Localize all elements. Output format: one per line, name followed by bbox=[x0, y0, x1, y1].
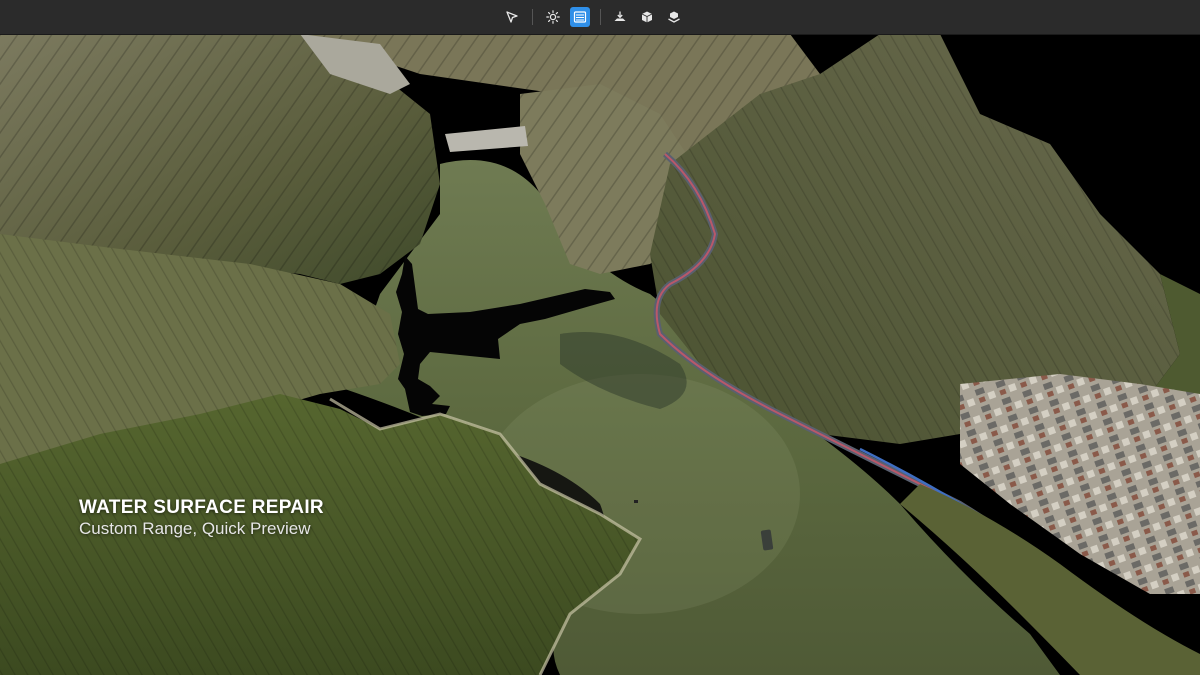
sun-icon bbox=[546, 10, 560, 24]
cursor-arrow-icon bbox=[506, 11, 518, 23]
terrain-scene bbox=[0, 34, 1200, 675]
caption-title: WATER SURFACE REPAIR bbox=[79, 497, 324, 518]
caption-subtitle: Custom Range, Quick Preview bbox=[79, 519, 311, 538]
water-surface-tool-button[interactable] bbox=[570, 7, 590, 27]
select-tool-button[interactable] bbox=[502, 7, 522, 27]
lighting-tool-button[interactable] bbox=[543, 7, 563, 27]
app-window: WATER SURFACE REPAIR Custom Range, Quick… bbox=[0, 0, 1200, 675]
3d-viewport[interactable] bbox=[0, 34, 1200, 675]
layer-tool-button[interactable] bbox=[664, 7, 684, 27]
feature-caption: WATER SURFACE REPAIR Custom Range, Quick… bbox=[79, 497, 324, 539]
toolbar-separator bbox=[532, 9, 533, 25]
terrain-flatten-icon bbox=[614, 11, 626, 21]
toolbar-separator bbox=[600, 9, 601, 25]
layer-model-icon bbox=[668, 11, 680, 23]
cube-icon bbox=[641, 11, 653, 23]
top-toolbar bbox=[0, 0, 1200, 35]
water-surface-icon bbox=[573, 11, 587, 23]
model-tool-button[interactable] bbox=[637, 7, 657, 27]
flatten-tool-button[interactable] bbox=[610, 7, 630, 27]
